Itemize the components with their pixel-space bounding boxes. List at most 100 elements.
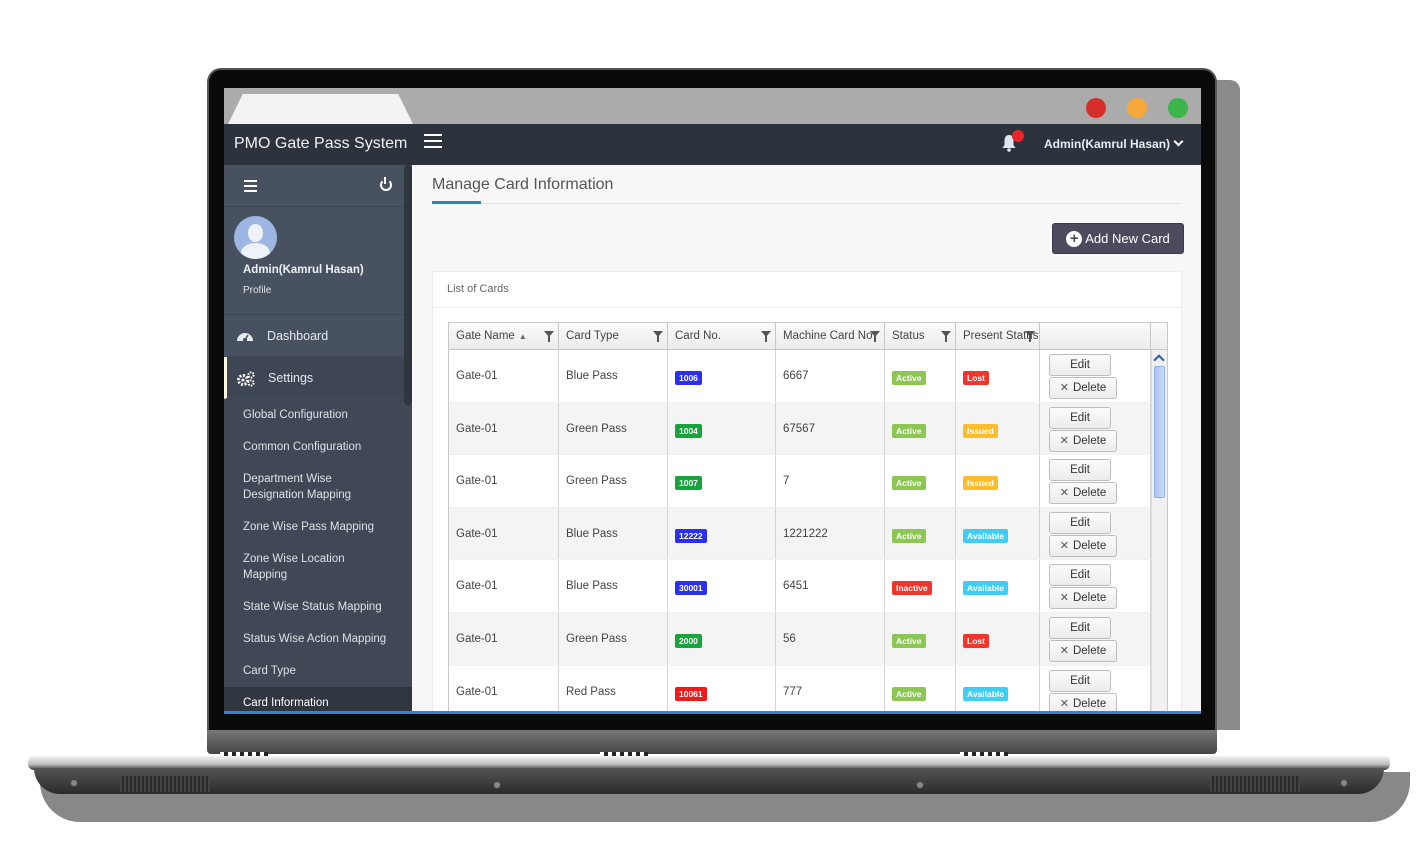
grid-scrollbar[interactable] — [1151, 350, 1167, 714]
status-badge: Active — [892, 371, 926, 385]
cell-present-status: Available — [956, 560, 1040, 612]
column-header-gate-name[interactable]: Gate Name ▲ — [449, 323, 559, 349]
table-row[interactable]: Gate-01 Red Pass 10061 777 Active Available Ed… — [449, 665, 1167, 714]
present-status-badge: Available — [963, 581, 1009, 596]
status-badge: Active — [892, 476, 926, 491]
sidebar-subitem-common-configuration[interactable]: Common Configuration — [224, 431, 412, 463]
cell-card-type: Blue Pass — [559, 350, 668, 402]
cell-card-type: Blue Pass — [559, 560, 668, 612]
edit-button[interactable]: Edit — [1049, 406, 1111, 429]
delete-button[interactable]: ✕ Delete — [1049, 482, 1117, 505]
column-label: Card Type — [566, 330, 619, 342]
add-new-card-label: Add New Card — [1085, 231, 1170, 246]
cell-card-type: Blue Pass — [559, 507, 668, 560]
sidebar-subitem-zone-pass-mapping[interactable]: Zone Wise Pass Mapping — [224, 511, 412, 543]
cell-card-no: 10061 — [668, 665, 776, 714]
sidebar-subitem-status-action-mapping[interactable]: Status Wise Action Mapping — [224, 623, 412, 655]
sidebar-subitem-state-status-mapping[interactable]: State Wise Status Mapping — [224, 591, 412, 623]
cell-gate-name: Gate-01 — [449, 507, 559, 560]
sidebar-item-dashboard[interactable]: Dashboard — [224, 315, 412, 357]
delete-button[interactable]: ✕ Delete — [1049, 377, 1117, 399]
sidebar-subitem-zone-location-mapping[interactable]: Zone Wise Location Mapping — [224, 543, 374, 591]
cell-machine-card-no: 67567 — [776, 402, 885, 455]
screen-edge — [224, 711, 1201, 714]
app-title[interactable]: PMO Gate Pass System — [234, 135, 407, 153]
cell-status: Active — [885, 665, 956, 714]
cell-machine-card-no: 6667 — [776, 350, 885, 402]
app-header: PMO Gate Pass System Admin(Kamrul Hasan) — [224, 124, 1201, 165]
cell-card-no: 1007 — [668, 455, 776, 507]
cell-card-no: 30001 — [668, 560, 776, 612]
cell-card-type: Green Pass — [559, 612, 668, 665]
table-row[interactable]: Gate-01 Green Pass 1007 7 Active Issued Edit ✕ D… — [449, 455, 1167, 508]
profile-block: Admin(Kamrul Hasan) Profile — [224, 207, 412, 315]
sidebar-subitem-card-information[interactable]: Card Information — [224, 687, 412, 714]
column-header-card-type[interactable]: Card Type — [559, 323, 668, 349]
cell-present-status: Available — [956, 665, 1040, 714]
present-status-badge: Lost — [963, 371, 989, 385]
table-row[interactable]: Gate-01 Blue Pass 1006 6667 Active Lost Edit ✕ D… — [449, 350, 1167, 403]
profile-link[interactable]: Profile — [243, 285, 271, 296]
edit-button[interactable]: Edit — [1049, 511, 1111, 534]
cell-status: Active — [885, 350, 956, 402]
sidebar-item-settings[interactable]: Settings — [224, 357, 412, 399]
cell-machine-card-no: 6451 — [776, 560, 885, 612]
status-badge: Active — [892, 633, 926, 648]
edit-button[interactable]: Edit — [1049, 354, 1111, 376]
sidebar-subitem-department-designation-mapping[interactable]: Department Wise Designation Mapping — [224, 463, 374, 511]
user-menu[interactable]: Admin(Kamrul Hasan) — [1044, 136, 1184, 151]
edit-button[interactable]: Edit — [1049, 616, 1111, 639]
delete-button[interactable]: ✕ Delete — [1049, 429, 1117, 452]
cell-card-no: 2000 — [668, 612, 776, 665]
cell-status: Inactive — [885, 560, 956, 612]
avatar[interactable] — [234, 216, 277, 259]
edit-button[interactable]: Edit — [1049, 564, 1111, 587]
sidebar-item-label: Settings — [268, 370, 314, 385]
edit-button[interactable]: Edit — [1049, 669, 1111, 692]
filter-icon[interactable] — [941, 331, 951, 342]
scrollbar-thumb[interactable] — [1154, 366, 1165, 498]
cell-machine-card-no: 777 — [776, 665, 885, 714]
menu-toggle-icon[interactable] — [424, 134, 442, 148]
filter-icon[interactable] — [870, 331, 880, 342]
panel-title: List of Cards — [447, 283, 509, 295]
window-close-button[interactable] — [1086, 98, 1106, 118]
table-row[interactable]: Gate-01 Green Pass 1004 67567 Active Issued Ed… — [449, 402, 1167, 456]
sidebar-subitem-global-configuration[interactable]: Global Configuration — [224, 399, 412, 431]
dashboard-icon — [236, 329, 254, 343]
cell-gate-name: Gate-01 — [449, 350, 559, 402]
edit-button[interactable]: Edit — [1049, 459, 1111, 482]
delete-button[interactable]: ✕ Delete — [1049, 587, 1117, 610]
window-minimize-button[interactable] — [1127, 98, 1147, 118]
filter-icon[interactable] — [544, 331, 554, 342]
sidebar-subitem-card-type[interactable]: Card Type — [224, 655, 412, 687]
filter-icon[interactable] — [653, 331, 663, 342]
filter-icon[interactable] — [761, 331, 771, 342]
sidebar-menu-icon[interactable] — [244, 180, 257, 195]
table-row[interactable]: Gate-01 Blue Pass 30001 6451 Inactive Availab… — [449, 560, 1167, 613]
column-header-present-status[interactable]: Present Status — [956, 323, 1040, 349]
delete-label: Delete — [1072, 434, 1107, 447]
delete-button[interactable]: ✕ Delete — [1049, 639, 1117, 662]
card-no-badge: 30001 — [675, 581, 707, 596]
cell-actions: Edit ✕ Delete — [1040, 402, 1151, 455]
cell-present-status: Lost — [956, 350, 1040, 402]
scroll-up-arrow-icon[interactable] — [1153, 354, 1165, 366]
present-status-badge: Issued — [963, 423, 998, 438]
table-row[interactable]: Gate-01 Blue Pass 12222 1221222 Active Availa… — [449, 507, 1167, 561]
column-header-machine-card-no[interactable]: Machine Card No — [776, 323, 885, 349]
cell-machine-card-no: 7 — [776, 455, 885, 507]
browser-tab[interactable] — [228, 94, 413, 124]
power-icon[interactable] — [380, 177, 392, 191]
add-new-card-button[interactable]: + Add New Card — [1052, 223, 1184, 254]
column-header-card-no[interactable]: Card No. — [668, 323, 776, 349]
speaker-grille — [120, 776, 210, 792]
filter-icon[interactable] — [1025, 331, 1035, 342]
delete-button[interactable]: ✕ Delete — [1049, 534, 1117, 557]
sidebar-scrollbar[interactable] — [404, 165, 412, 405]
card-no-badge: 1006 — [675, 371, 702, 385]
delete-label: Delete — [1072, 592, 1107, 605]
column-header-status[interactable]: Status — [885, 323, 956, 349]
table-row[interactable]: Gate-01 Green Pass 2000 56 Active Lost Edit ✕ De… — [449, 612, 1167, 666]
window-maximize-button[interactable] — [1168, 98, 1188, 118]
